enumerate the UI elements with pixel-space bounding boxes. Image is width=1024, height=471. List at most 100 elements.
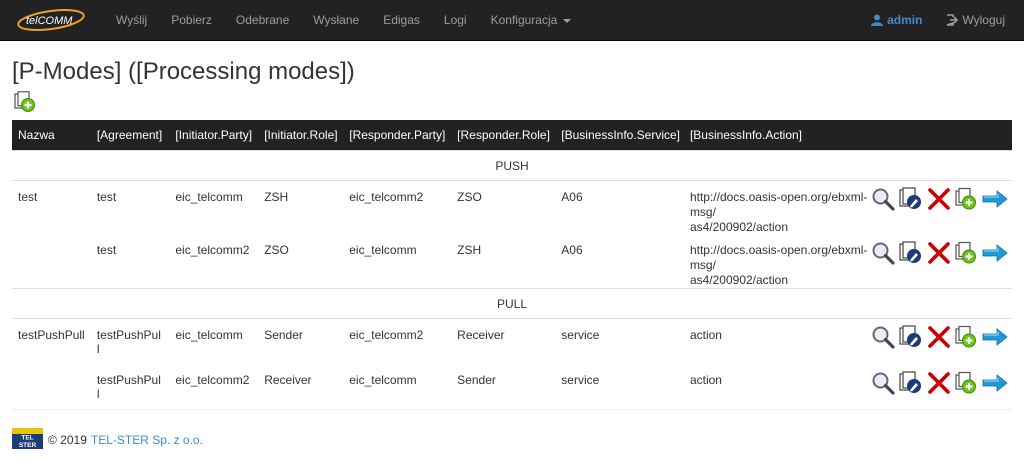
delete-icon[interactable]: [927, 187, 951, 214]
table-cell: Sender: [264, 328, 303, 342]
table-cell: test: [96, 243, 117, 257]
nav-item-3[interactable]: Wysłane: [301, 0, 371, 40]
column-header: [Agreement]: [90, 120, 170, 151]
edit-icon[interactable]: [898, 371, 924, 398]
copy-add-icon[interactable]: [954, 325, 978, 352]
table-cell: eic_telcomm2: [175, 373, 250, 387]
logout-label: Wyloguj: [962, 13, 1005, 27]
arrow-right-icon[interactable]: [981, 187, 1009, 214]
footer: TEL STER © 2019 TEL-STER Sp. z o.o.: [12, 426, 1012, 453]
page-title: [P-Modes] ([Processing modes]): [12, 58, 355, 85]
table-cell: http://docs.oasis-open.org/ebxml-msg/ as…: [689, 190, 868, 234]
table-cell: action: [689, 373, 722, 387]
add-document-icon: [14, 91, 35, 112]
main-content: [P-Modes] ([Processing modes]) Nazwa [Agr…: [0, 59, 1024, 453]
group-row: PULL: [12, 288, 1012, 319]
table-cell: eic_telcomm: [349, 243, 417, 257]
table-cell: service: [561, 328, 600, 342]
table-cell: test: [18, 190, 38, 204]
table-cell: ZSO: [264, 243, 289, 257]
table-row: testPushPul l eic_telcomm2 Receiver eic_tel…: [12, 365, 1012, 403]
delete-icon[interactable]: [927, 241, 951, 268]
table-header: Nazwa [Agreement] [Initiator.Party] [Initia…: [12, 120, 1012, 151]
nav-item-label: Wysłane: [313, 13, 360, 27]
top-navbar: telCOMM Wyślij Pobierz Odebrane Wysłane Edig…: [0, 0, 1024, 41]
table-cell: eic_telcomm: [349, 373, 417, 387]
add-pmode-button[interactable]: [13, 91, 37, 116]
view-icon[interactable]: [871, 325, 895, 352]
table-cell: [12, 235, 91, 289]
nav-item-label: Konfiguracja: [490, 13, 558, 27]
nav-item-2[interactable]: Odebrane: [224, 0, 301, 40]
user-icon: [871, 14, 884, 26]
table-cell: [12, 365, 91, 403]
column-header: [Initiator.Role]: [258, 120, 344, 151]
nav-item-5[interactable]: Logi: [432, 0, 479, 40]
table-cell: Receiver: [264, 373, 312, 387]
table-cell: eic_telcomm: [175, 328, 243, 342]
copy-add-icon[interactable]: [954, 371, 978, 398]
row-actions: [871, 181, 1012, 236]
user-menu: admin Wyloguj: [861, 0, 1024, 40]
copyright-text: © 2019: [48, 432, 87, 447]
logout-link[interactable]: Wyloguj: [936, 0, 1024, 40]
group-label: PUSH: [12, 150, 1012, 181]
user-link[interactable]: admin: [861, 0, 936, 40]
copy-add-icon[interactable]: [954, 187, 978, 214]
table-row: test test eic_telcomm ZSH eic_telcomm2 ZSO A06…: [12, 181, 1012, 236]
table-cell: ZSH: [264, 190, 289, 204]
table-cell: testPushPul l: [96, 328, 161, 356]
copy-add-icon[interactable]: [954, 241, 978, 268]
table-cell: ZSO: [457, 190, 482, 204]
edit-icon[interactable]: [898, 241, 924, 268]
table-cell: eic_telcomm2: [175, 243, 250, 257]
brand-logo[interactable]: telCOMM: [0, 0, 95, 40]
column-header: [Responder.Party]: [343, 120, 452, 151]
svg-text:TEL: TEL: [21, 435, 33, 442]
caret-down-icon: [563, 18, 572, 23]
nav-item-label: Wyślij: [116, 13, 148, 27]
view-icon[interactable]: [871, 371, 895, 398]
row-actions: [871, 235, 1012, 289]
table-cell: testPushPull: [18, 328, 85, 342]
nav-item-label: Logi: [443, 13, 467, 27]
company-link[interactable]: TEL-STER Sp. z o.o.: [91, 433, 203, 447]
edit-icon[interactable]: [898, 325, 924, 352]
view-icon[interactable]: [871, 241, 895, 268]
table-cell: http://docs.oasis-open.org/ebxml-msg/ as…: [689, 243, 868, 287]
table-cell: service: [561, 373, 600, 387]
edit-icon[interactable]: [898, 187, 924, 214]
nav-item-0[interactable]: Wyślij: [95, 0, 159, 40]
column-header: [Responder.Role]: [451, 120, 556, 151]
table-cell: action: [689, 328, 722, 342]
pmodes-table: Nazwa [Agreement] [Initiator.Party] [Initia…: [12, 120, 1012, 403]
arrow-right-icon[interactable]: [981, 241, 1009, 268]
delete-icon[interactable]: [927, 371, 951, 398]
row-actions: [871, 319, 1012, 366]
table-cell: eic_telcomm2: [349, 328, 424, 342]
arrow-right-icon[interactable]: [981, 325, 1009, 352]
column-header: [BusinessInfo.Action]: [683, 120, 871, 151]
nav-item-6[interactable]: Konfiguracja: [479, 0, 584, 40]
delete-icon[interactable]: [927, 325, 951, 352]
column-header: [Initiator.Party]: [169, 120, 259, 151]
table-row: testPushPull testPushPul l eic_telcomm Send…: [12, 319, 1012, 366]
row-actions: [871, 365, 1012, 403]
footer-divider: [12, 409, 1012, 410]
logout-icon: [947, 14, 959, 26]
view-icon[interactable]: [871, 187, 895, 214]
table-cell: ZSH: [457, 243, 482, 257]
nav-item-1[interactable]: Pobierz: [159, 0, 224, 40]
table-cell: testPushPul l: [96, 373, 161, 401]
actions-header: [871, 120, 1012, 151]
nav-item-4[interactable]: Edigas: [371, 0, 432, 40]
group-label: PULL: [12, 288, 1012, 319]
table-cell: Sender: [457, 373, 496, 387]
table-cell: eic_telcomm2: [349, 190, 424, 204]
arrow-right-icon[interactable]: [981, 371, 1009, 398]
main-menu: Wyślij Pobierz Odebrane Wysłane Edigas Logi Ko…: [95, 0, 583, 40]
table-row: test eic_telcomm2 ZSO eic_telcomm ZSH A06 http…: [12, 235, 1012, 289]
column-header: [BusinessInfo.Service]: [555, 120, 684, 151]
brand-text: telCOMM: [26, 15, 73, 27]
nav-item-label: Pobierz: [171, 13, 212, 27]
